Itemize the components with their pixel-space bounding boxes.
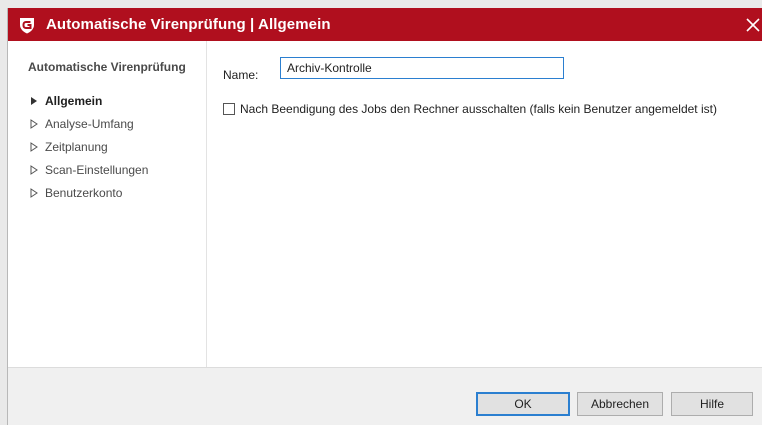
sidebar: Automatische Virenprüfung Allgemein Anal… [8, 41, 207, 367]
shutdown-checkbox[interactable] [223, 103, 235, 115]
cancel-button[interactable]: Abbrechen [577, 392, 663, 416]
name-label: Name: [223, 68, 259, 82]
sidebar-item-label: Allgemein [45, 93, 103, 108]
sidebar-item-label: Analyse-Umfang [45, 116, 134, 131]
shutdown-option[interactable]: Nach Beendigung des Jobs den Rechner aus… [223, 102, 717, 116]
title-bar[interactable]: Automatische Virenprüfung | Allgemein [8, 8, 762, 41]
sidebar-item-analyse-umfang[interactable]: Analyse-Umfang [28, 112, 148, 135]
sidebar-nav: Allgemein Analyse-Umfang Zeitplanung Sca… [28, 89, 148, 204]
sidebar-item-zeitplanung[interactable]: Zeitplanung [28, 135, 148, 158]
sidebar-item-label: Scan-Einstellungen [45, 162, 149, 177]
sidebar-item-label: Zeitplanung [45, 139, 108, 154]
close-button[interactable] [743, 8, 762, 41]
ok-button[interactable]: OK [476, 392, 570, 416]
name-input[interactable] [280, 57, 564, 79]
sidebar-heading: Automatische Virenprüfung [28, 60, 186, 74]
close-icon [746, 17, 760, 32]
button-bar: OK Abbrechen Hilfe [8, 367, 762, 425]
sidebar-item-allgemein[interactable]: Allgemein [28, 89, 148, 112]
triangle-right-outline-icon [28, 164, 40, 176]
settings-panel: Name: Nach Beendigung des Jobs den Rechn… [207, 41, 762, 367]
help-button[interactable]: Hilfe [671, 392, 753, 416]
triangle-right-outline-icon [28, 141, 40, 153]
shutdown-checkbox-label[interactable]: Nach Beendigung des Jobs den Rechner aus… [240, 102, 717, 116]
dialog-window: Automatische Virenprüfung | Allgemein Au… [7, 8, 762, 425]
sidebar-item-benutzerkonto[interactable]: Benutzerkonto [28, 181, 148, 204]
window-title: Automatische Virenprüfung | Allgemein [46, 16, 331, 33]
triangle-right-filled-icon [28, 95, 40, 107]
sidebar-item-label: Benutzerkonto [45, 185, 123, 200]
triangle-right-outline-icon [28, 118, 40, 130]
triangle-right-outline-icon [28, 187, 40, 199]
gdata-shield-logo-icon [16, 14, 38, 36]
sidebar-item-scan-einstellungen[interactable]: Scan-Einstellungen [28, 158, 148, 181]
